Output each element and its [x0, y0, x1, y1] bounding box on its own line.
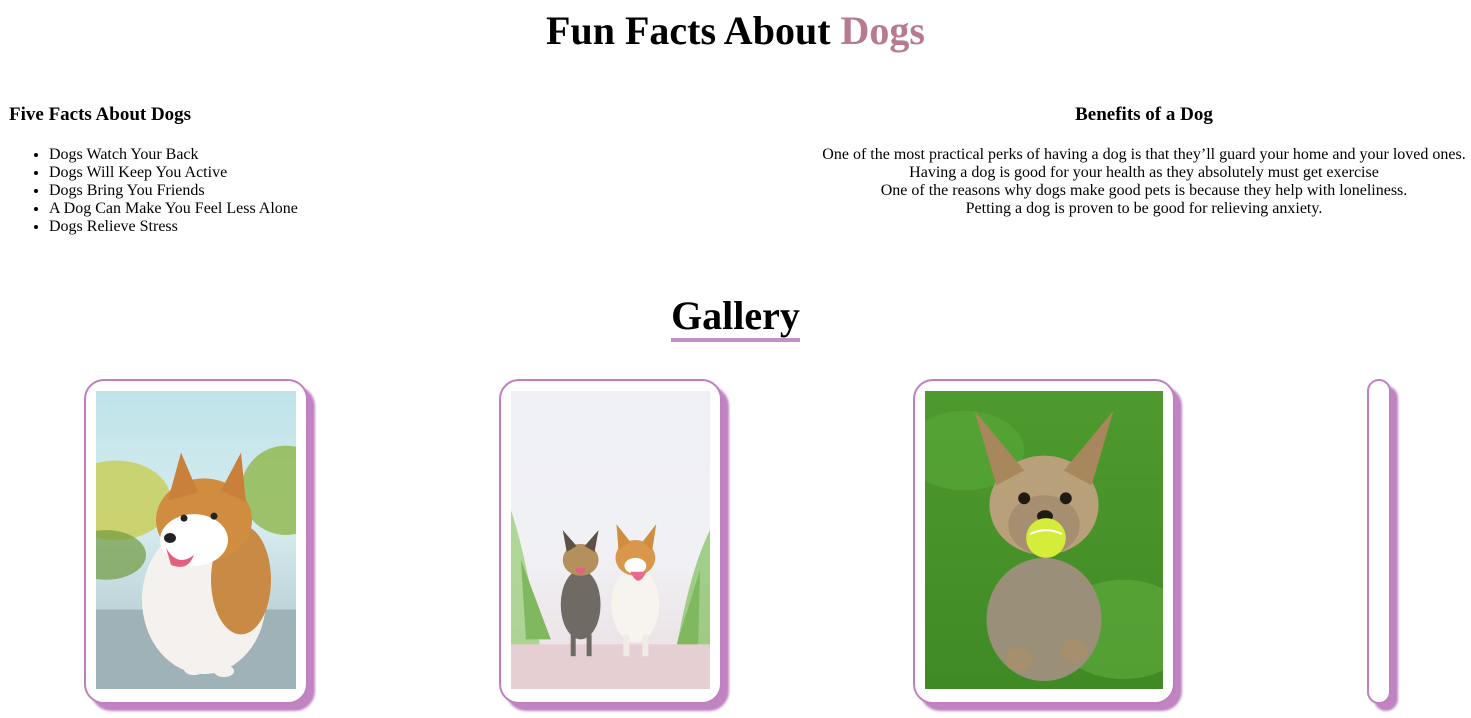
- list-item: Dogs Relieve Stress: [49, 218, 569, 236]
- facts-heading: Five Facts About Dogs: [9, 104, 192, 125]
- list-item: Dogs Will Keep You Active: [49, 164, 569, 182]
- benefit-line: Having a dog is good for your health as …: [909, 164, 1379, 181]
- benefit-line: Petting a dog is proven to be good for r…: [965, 200, 1323, 217]
- benefits-section: Benefits of a Dog One of the most practi…: [818, 103, 1470, 218]
- facts-list: Dogs Watch Your Back Dogs Will Keep You …: [9, 146, 569, 236]
- yorkie-photo: [925, 391, 1163, 689]
- gallery-card-two-dogs[interactable]: [499, 379, 722, 704]
- gallery-card-yorkie[interactable]: [913, 379, 1175, 704]
- page-title-accent: Dogs: [840, 8, 925, 53]
- gallery-heading-text: Gallery: [671, 293, 800, 342]
- gallery-heading: Gallery: [0, 292, 1471, 342]
- gallery-card-partial[interactable]: [1367, 379, 1391, 704]
- list-item: A Dog Can Make You Feel Less Alone: [49, 200, 569, 218]
- benefit-line: One of the reasons why dogs make good pe…: [880, 182, 1408, 199]
- list-item: Dogs Bring You Friends: [49, 182, 569, 200]
- page-title-main: Fun Facts About: [546, 8, 831, 53]
- gallery-card-corgi[interactable]: [84, 379, 308, 704]
- list-item: Dogs Watch Your Back: [49, 146, 569, 164]
- facts-section: Five Facts About Dogs Dogs Watch Your Ba…: [9, 103, 569, 236]
- two-dogs-photo: [511, 391, 710, 689]
- page-title: Fun Facts About Dogs: [0, 8, 1471, 54]
- benefits-heading: Benefits of a Dog: [1075, 104, 1213, 125]
- benefit-line: One of the most practical perks of havin…: [822, 146, 1466, 163]
- corgi-photo: [96, 391, 296, 689]
